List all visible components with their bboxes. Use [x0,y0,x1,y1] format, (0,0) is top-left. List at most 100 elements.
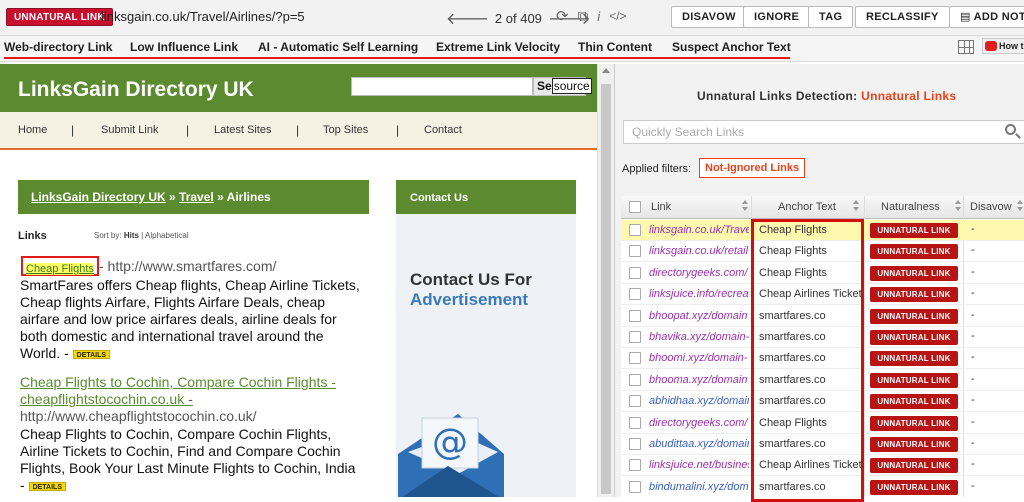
row-checkbox[interactable] [629,459,641,472]
tag-ai-self-learning[interactable]: AI - Automatic Self Learning [258,40,418,54]
row-link[interactable]: abhidhaa.xyz/domain [649,395,749,407]
site-search-button[interactable]: Se source [533,77,592,96]
sort-icon[interactable] [742,200,748,212]
code-icon[interactable]: </> [609,9,626,23]
naturalness-badge[interactable]: UNNATURAL LINK [870,372,958,388]
refresh-icon[interactable]: ⟳ [556,7,569,25]
row-link[interactable]: linksjuice.info/recreation [649,288,749,300]
naturalness-badge[interactable]: UNNATURAL LINK [870,244,958,260]
row-link[interactable]: abudittaa.xyz/domain [649,438,749,450]
naturalness-badge[interactable]: UNNATURAL LINK [870,351,958,367]
tag-thin-content[interactable]: Thin Content [578,40,652,54]
search-icon[interactable] [1005,124,1016,135]
tag-extreme-velocity[interactable]: Extreme Link Velocity [436,40,560,54]
breadcrumb-home[interactable]: LinksGain Directory UK [31,190,166,204]
row-link[interactable]: linksgain.co.uk/retail [649,245,749,257]
site-scrollbar[interactable] [597,64,614,497]
row-checkbox[interactable] [629,480,641,493]
naturalness-badge[interactable]: UNNATURAL LINK [870,479,958,495]
row-disavow: - [971,223,975,235]
external-link-icon[interactable]: ⧉ [578,8,589,25]
grid-icon[interactable] [958,40,974,54]
scroll-up-icon[interactable] [602,68,610,73]
website-preview: LinksGain Directory UK Se source Home | S… [0,64,597,497]
row-link[interactable]: bhoopat.xyz/domain [649,310,749,322]
row-link[interactable]: bhavika.xyz/domain- [649,331,749,343]
row-checkbox[interactable] [629,438,641,450]
naturalness-badge[interactable]: UNNATURAL LINK [870,415,958,431]
info-icon[interactable]: i [597,9,600,24]
row-link[interactable]: linksjuice.net/business [649,459,749,471]
naturalness-badge[interactable]: UNNATURAL LINK [870,458,958,474]
row-link[interactable]: bindumalini.xyz/dom [649,481,749,493]
toolbar-icons: ⟳ ⧉ i </> [556,7,627,26]
row-link[interactable]: directorygeeks.com/ [649,417,749,429]
disavow-button[interactable]: DISAVOW [671,6,747,28]
sort-alphabetical[interactable]: Alphabetical [145,231,189,240]
naturalness-badge[interactable]: UNNATURAL LINK [870,394,958,410]
nav-submit-link[interactable]: Submit Link [101,124,158,136]
nav-home[interactable]: Home [18,124,47,136]
breadcrumb-text: LinksGain Directory UK » Travel » Airlin… [31,190,271,204]
add-note-button[interactable]: ▤ ADD NOT [949,6,1024,28]
breadcrumb-travel[interactable]: Travel [179,190,214,204]
row-link[interactable]: bhoomi.xyz/domain- [649,352,749,364]
details-button[interactable]: DETAILS [28,481,66,491]
col-disavow[interactable]: Disavow [970,201,1012,213]
row-checkbox[interactable] [629,288,641,301]
col-naturalness[interactable]: Naturalness [881,201,940,213]
site-search-input[interactable] [351,77,533,96]
row-checkbox[interactable] [629,309,641,322]
row-disavow: - [971,308,975,321]
sort-hits[interactable]: Hits [124,231,139,240]
tag-low-influence[interactable]: Low Influence Link [130,40,238,54]
filter-not-ignored[interactable]: Not-Ignored Links [699,158,806,178]
naturalness-badge[interactable]: UNNATURAL LINK [870,437,958,452]
nav-latest-sites[interactable]: Latest Sites [214,124,271,136]
row-link[interactable]: bhooma.xyz/domain [649,374,749,386]
naturalness-badge[interactable]: UNNATURAL LINK [870,308,958,324]
row-checkbox[interactable] [629,266,641,279]
entry-link-highlighted[interactable]: Cheap Flights [21,256,99,276]
envelope-icon: @ [398,414,504,497]
nav-separator: | [71,123,75,137]
scroll-thumb[interactable] [601,84,611,494]
details-button[interactable]: DETAILS [72,349,111,359]
tag-web-directory[interactable]: Web-directory Link [4,40,112,54]
col-link[interactable]: Link [651,201,671,213]
row-checkbox[interactable] [629,416,641,429]
row-checkbox[interactable] [629,395,641,408]
col-anchor-text[interactable]: Anchor Text [778,201,836,213]
advertise-banner[interactable]: Contact Us For Advertisement [410,270,532,310]
entry-link[interactable]: Cheap Flights to Cochin, Compare Cochin … [20,374,365,408]
sort-icon[interactable] [955,200,961,212]
prev-arrow-icon[interactable]: 🡐 [446,8,489,29]
site-title[interactable]: LinksGain Directory UK [18,78,254,102]
tag-suspect-anchor[interactable]: Suspect Anchor Text [672,40,791,54]
links-search-input[interactable]: Quickly Search Links [623,120,1024,144]
select-all-checkbox[interactable] [629,201,641,213]
nav-contact[interactable]: Contact [424,124,462,136]
row-link[interactable]: linksgain.co.uk/Travel/Airlines [649,224,749,236]
row-checkbox[interactable] [629,373,641,386]
row-checkbox[interactable] [629,352,641,365]
nav-top-sites[interactable]: Top Sites [323,124,368,136]
row-checkbox[interactable] [629,245,641,258]
video-tutorial[interactable]: How t [982,38,1024,54]
row-checkbox[interactable] [629,224,641,236]
naturalness-badge[interactable]: UNNATURAL LINK [870,223,958,238]
naturalness-badge[interactable]: UNNATURAL LINK [870,265,958,281]
ignore-button[interactable]: IGNORE [743,6,811,28]
row-link[interactable]: directorygeeks.com/ [649,267,749,279]
row-disavow: - [971,330,975,342]
row-disavow: - [971,372,975,385]
reclassify-button[interactable]: RECLASSIFY [855,6,950,28]
sort-icon[interactable] [1017,200,1023,212]
sort-icon[interactable] [853,200,859,212]
tag-button[interactable]: TAG [808,6,854,28]
current-url: linksgain.co.uk/Travel/Airlines/?p=5 [101,9,305,24]
row-checkbox[interactable] [629,331,641,343]
naturalness-badge[interactable]: UNNATURAL LINK [870,287,958,303]
entry-description: Cheap Flights to Cochin, Compare Cochin … [20,426,356,493]
naturalness-badge[interactable]: UNNATURAL LINK [870,330,958,345]
